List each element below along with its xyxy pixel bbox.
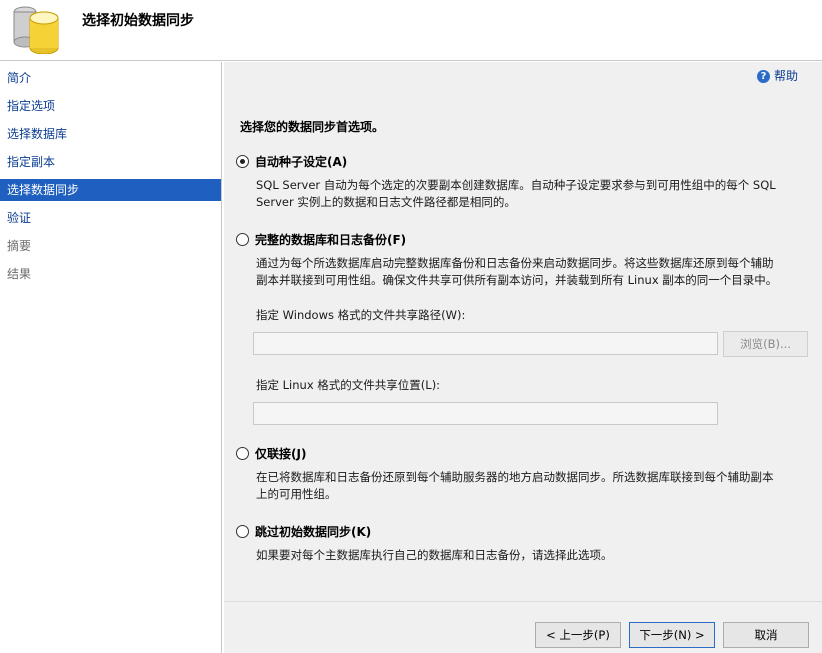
sidebar-item-select-databases[interactable]: 选择数据库 (0, 123, 221, 145)
option-description: SQL Server 自动为每个选定的次要副本创建数据库。自动种子设定要求参与到… (256, 177, 804, 211)
description-line: 如果要对每个主数据库执行自己的数据库和日志备份，请选择此选项。 (256, 548, 613, 562)
description-line: SQL Server 自动为每个选定的次要副本创建数据库。自动种子设定要求参与到… (256, 178, 776, 192)
sidebar-item-results: 结果 (7, 267, 32, 281)
option-description: 通过为每个所选数据库启动完整数据库备份和日志备份来启动数据同步。将这些数据库还原… (256, 255, 804, 289)
wizard-sidebar: 简介 指定选项 选择数据库 指定副本 选择数据同步 验证 摘要 结果 (0, 62, 222, 653)
radio-full-backup[interactable]: 完整的数据库和日志备份(F) (236, 231, 406, 248)
sidebar-item-specify-options[interactable]: 指定选项 (0, 95, 221, 117)
option-description: 如果要对每个主数据库执行自己的数据库和日志备份，请选择此选项。 (256, 547, 804, 564)
description-line: Server 实例上的数据和日志文件路径都是相同的。 (256, 195, 516, 209)
help-link[interactable]: ? 帮助 (756, 68, 798, 84)
radio-automatic-seeding[interactable]: 自动种子设定(A) (236, 153, 347, 170)
radio-button[interactable] (236, 155, 249, 168)
sidebar-item-specify-replicas[interactable]: 指定副本 (0, 151, 221, 173)
help-icon: ? (756, 69, 770, 83)
page-title: 选择初始数据同步 (82, 13, 194, 29)
browse-button[interactable]: 浏览(B)... (723, 331, 808, 357)
cancel-button[interactable]: 取消 (723, 622, 809, 648)
help-label: 帮助 (773, 69, 798, 83)
wizard-footer: < 上一步(P) 下一步(N) > 取消 (224, 601, 822, 653)
sidebar-item-summary: 摘要 (7, 239, 32, 253)
description-line: 在已将数据库和日志备份还原到每个辅助服务器的地方启动数据同步。所选数据库联接到每… (256, 470, 774, 484)
sidebar-item-select-data-sync[interactable]: 选择数据同步 (0, 179, 221, 201)
windows-share-path-input[interactable] (253, 332, 718, 355)
radio-skip-initial-sync[interactable]: 跳过初始数据同步(K) (236, 523, 371, 540)
wizard-header: 选择初始数据同步 (0, 0, 822, 61)
main-panel: ? 帮助 选择您的数据同步首选项。 自动种子设定(A) SQL Server 自… (224, 62, 822, 601)
linux-share-path-input[interactable] (253, 402, 718, 425)
windows-share-label: 指定 Windows 格式的文件共享路径(W): (256, 308, 466, 322)
sidebar-item-validation[interactable]: 验证 (0, 207, 221, 229)
radio-button[interactable] (236, 447, 249, 460)
description-line: 副本并联接到可用性组。确保文件共享可供所有副本访问，并装载到所有 Linux 副… (256, 273, 778, 287)
linux-share-label: 指定 Linux 格式的文件共享位置(L): (256, 378, 441, 392)
radio-label: 完整的数据库和日志备份(F) (255, 233, 407, 247)
radio-label: 仅联接(J) (255, 447, 307, 461)
radio-button[interactable] (236, 525, 249, 538)
description-line: 通过为每个所选数据库启动完整数据库备份和日志备份来启动数据同步。将这些数据库还原… (256, 256, 774, 270)
sync-prompt: 选择您的数据同步首选项。 (240, 120, 385, 134)
database-icon (13, 6, 59, 54)
option-description: 在已将数据库和日志备份还原到每个辅助服务器的地方启动数据同步。所选数据库联接到每… (256, 469, 804, 503)
radio-label: 自动种子设定(A) (255, 155, 348, 169)
radio-button[interactable] (236, 233, 249, 246)
radio-label: 跳过初始数据同步(K) (255, 525, 372, 539)
radio-join-only[interactable]: 仅联接(J) (236, 445, 306, 462)
description-line: 上的可用性组。 (256, 487, 337, 501)
next-button[interactable]: 下一步(N) > (629, 622, 715, 648)
sidebar-item-introduction[interactable]: 简介 (0, 67, 221, 89)
previous-button[interactable]: < 上一步(P) (535, 622, 621, 648)
